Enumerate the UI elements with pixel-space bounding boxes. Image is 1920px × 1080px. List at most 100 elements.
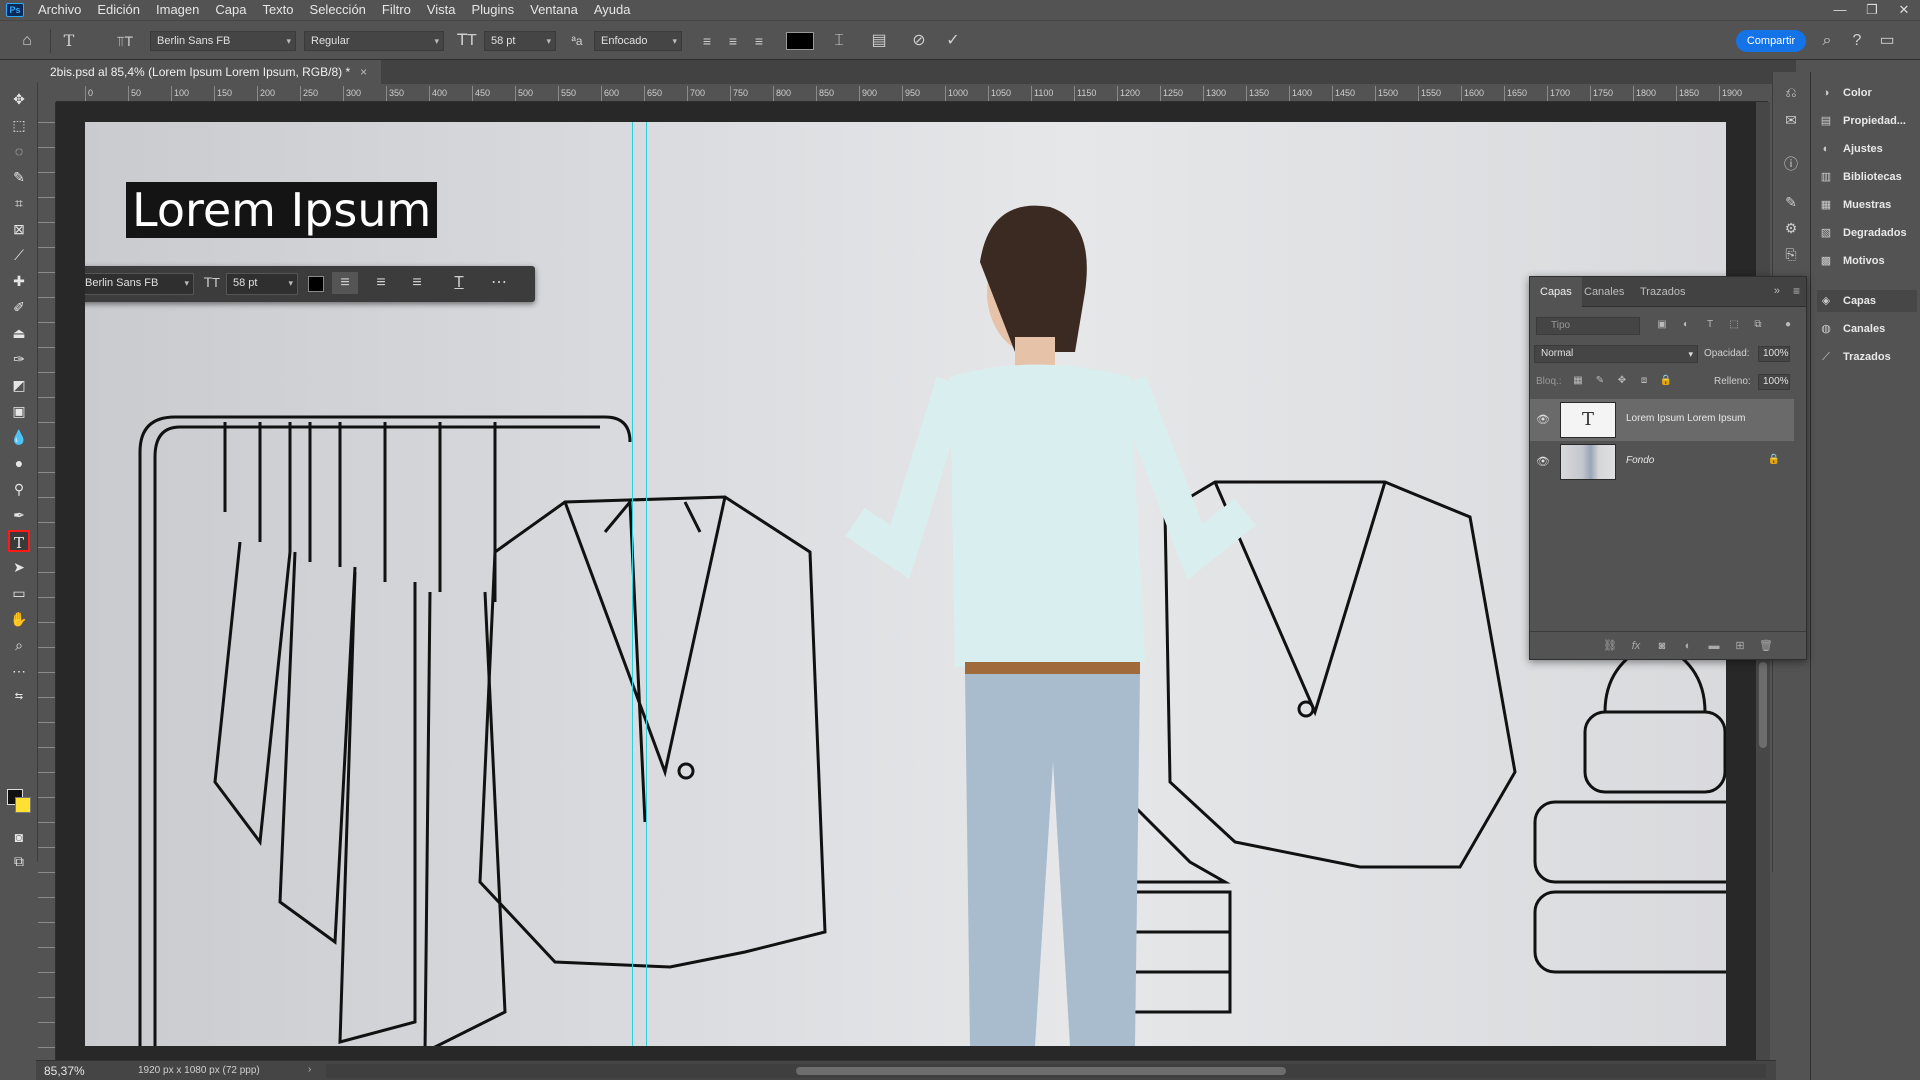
- filter-smart-object-icon[interactable]: ⧉: [1750, 317, 1766, 333]
- new-layer-icon[interactable]: ⊞: [1732, 638, 1748, 654]
- close-window-button[interactable]: ✕: [1888, 0, 1920, 20]
- zoom-burn-tool-icon[interactable]: ⚲: [8, 478, 30, 500]
- visibility-eye-icon[interactable]: 👁: [1536, 455, 1550, 469]
- zoom-tool-icon[interactable]: ⌕: [8, 634, 30, 656]
- filter-shape-icon[interactable]: ⬚: [1726, 317, 1742, 333]
- ctx-more-options-icon[interactable]: ⋯: [486, 272, 512, 294]
- ctx-align-center-icon[interactable]: ≡: [368, 272, 394, 294]
- lock-artboard-icon[interactable]: ⧈: [1636, 373, 1652, 389]
- more-tools-icon[interactable]: ⋯: [8, 660, 30, 682]
- panel-menu-icon[interactable]: ≡: [1793, 284, 1800, 298]
- cancel-edit-icon[interactable]: ⊘: [908, 30, 930, 52]
- panel-properties[interactable]: ▤ Propiedad...: [1817, 110, 1917, 132]
- rectangle-tool-icon[interactable]: ▭: [8, 582, 30, 604]
- delete-layer-icon[interactable]: 🗑: [1758, 638, 1774, 654]
- minimize-button[interactable]: —: [1824, 0, 1856, 20]
- clone-source-icon[interactable]: ⎘: [1781, 244, 1801, 264]
- move-tool-icon[interactable]: ✥: [8, 88, 30, 110]
- type-tool-preset-icon[interactable]: T: [58, 30, 80, 52]
- menu-ventana[interactable]: Ventana: [522, 0, 586, 20]
- document-canvas[interactable]: Lorem Ipsum Berlin Sans FB ▾ ꓔT 58 pt ▾ ≡ …: [85, 122, 1726, 1046]
- ctx-text-properties-icon[interactable]: T̲: [446, 272, 472, 294]
- comments-icon[interactable]: ✉: [1781, 110, 1801, 130]
- menu-ayuda[interactable]: Ayuda: [586, 0, 639, 20]
- panel-adjustments[interactable]: ◐ Ajustes: [1817, 138, 1917, 160]
- align-right-icon[interactable]: ≡: [748, 30, 770, 52]
- layer-row[interactable]: 👁 Fondo 🔒: [1530, 441, 1794, 483]
- ctx-text-color-swatch[interactable]: [308, 276, 324, 292]
- home-icon[interactable]: ⌂: [16, 30, 38, 52]
- menu-imagen[interactable]: Imagen: [148, 0, 207, 20]
- info-icon[interactable]: ⓘ: [1781, 154, 1801, 174]
- antialias-dropdown[interactable]: Enfocado ▾: [594, 31, 682, 51]
- tool-presets-icon[interactable]: ⚙: [1781, 218, 1801, 238]
- share-button[interactable]: Compartir: [1736, 30, 1806, 52]
- blur-tool-icon[interactable]: 💧: [8, 426, 30, 448]
- new-adjustment-layer-icon[interactable]: ◐: [1680, 638, 1696, 654]
- workspace-icon[interactable]: ▭: [1876, 30, 1898, 52]
- menu-archivo[interactable]: Archivo: [24, 0, 89, 20]
- filter-type-icon[interactable]: T: [1702, 317, 1718, 333]
- eraser-tool-icon[interactable]: ◩: [8, 374, 30, 396]
- ctx-align-left-icon[interactable]: ≡: [332, 272, 358, 294]
- brush-settings-icon[interactable]: ✎: [1781, 192, 1801, 212]
- lock-transparency-icon[interactable]: ▦: [1570, 373, 1586, 389]
- collapse-panel-icon[interactable]: »: [1774, 285, 1780, 297]
- filter-adjustment-icon[interactable]: ◐: [1678, 317, 1694, 333]
- horizontal-scroll-thumb[interactable]: [796, 1067, 1286, 1075]
- document-tab[interactable]: 2bis.psd al 85,4% (Lorem Ipsum Lorem Ips…: [36, 60, 382, 84]
- align-center-icon[interactable]: ≡: [722, 30, 744, 52]
- align-left-icon[interactable]: ≡: [696, 30, 718, 52]
- panel-color[interactable]: ◑ Color: [1817, 82, 1917, 104]
- panel-swatches[interactable]: ▦ Muestras: [1817, 194, 1917, 216]
- restore-button[interactable]: ❐: [1856, 0, 1888, 20]
- panel-gradients[interactable]: ▧ Degradados: [1817, 222, 1917, 244]
- panel-libraries[interactable]: ▥ Bibliotecas: [1817, 166, 1917, 188]
- panel-paths[interactable]: ⟋ Trazados: [1817, 346, 1917, 368]
- menu-plugins[interactable]: Plugins: [463, 0, 522, 20]
- search-icon[interactable]: ⌕: [1816, 30, 1838, 52]
- crop-tool-icon[interactable]: ⌗: [8, 192, 30, 214]
- status-menu-chevron-icon[interactable]: ›: [308, 1064, 311, 1075]
- tab-canales[interactable]: Canales: [1574, 277, 1634, 307]
- marquee-tool-icon[interactable]: ⬚: [8, 114, 30, 136]
- font-family-dropdown[interactable]: Berlin Sans FB ▾: [150, 31, 296, 51]
- quick-mask-icon[interactable]: ◙: [8, 826, 30, 848]
- text-color-swatch[interactable]: [786, 32, 814, 50]
- dodge-tool-icon[interactable]: ●: [8, 452, 30, 474]
- ctx-font-family-dropdown[interactable]: Berlin Sans FB ▾: [85, 273, 194, 295]
- clone-stamp-tool-icon[interactable]: ⏏: [8, 322, 30, 344]
- help-icon[interactable]: ?: [1846, 30, 1868, 52]
- zoom-level[interactable]: 85,37%: [44, 1064, 85, 1078]
- vertical-scroll-thumb[interactable]: [1759, 662, 1767, 748]
- layer-filter-input[interactable]: Tipo: [1536, 317, 1640, 335]
- guide-line[interactable]: [632, 122, 633, 1046]
- guide-line[interactable]: [646, 122, 647, 1046]
- headline-text-layer[interactable]: Lorem Ipsum: [126, 182, 438, 238]
- pen-tool-icon[interactable]: ✒: [8, 504, 30, 526]
- tab-trazados[interactable]: Trazados: [1630, 277, 1695, 307]
- filter-toggle-icon[interactable]: ●: [1780, 317, 1796, 333]
- warp-text-icon[interactable]: ⌶: [828, 30, 850, 52]
- panel-layers[interactable]: ◈ Capas: [1817, 290, 1917, 312]
- panel-patterns[interactable]: ▩ Motivos: [1817, 250, 1917, 272]
- commit-edit-icon[interactable]: ✓: [942, 30, 964, 52]
- menu-edicion[interactable]: Edición: [89, 0, 148, 20]
- quick-selection-tool-icon[interactable]: ✎: [8, 166, 30, 188]
- visibility-eye-icon[interactable]: 👁: [1536, 413, 1550, 427]
- menu-capa[interactable]: Capa: [207, 0, 254, 20]
- character-panel-icon[interactable]: ▤: [868, 30, 890, 52]
- background-color-swatch[interactable]: [15, 797, 31, 813]
- lock-all-icon[interactable]: 🔒: [1658, 373, 1674, 389]
- screen-mode-icon[interactable]: ⧉: [8, 850, 30, 872]
- gradient-tool-icon[interactable]: ▣: [8, 400, 30, 422]
- ctx-align-right-icon[interactable]: ≡: [404, 272, 430, 294]
- panel-channels[interactable]: ◍ Canales: [1817, 318, 1917, 340]
- close-tab-icon[interactable]: ×: [360, 65, 367, 79]
- type-tool-icon[interactable]: T: [8, 530, 30, 552]
- canvas-workspace[interactable]: Lorem Ipsum Berlin Sans FB ▾ ꓔT 58 pt ▾ ≡ …: [56, 102, 1756, 1060]
- fill-input[interactable]: 100%: [1758, 374, 1790, 390]
- menu-seleccion[interactable]: Selección: [302, 0, 374, 20]
- ctx-font-size-dropdown[interactable]: 58 pt ▾: [226, 273, 298, 295]
- menu-filtro[interactable]: Filtro: [374, 0, 419, 20]
